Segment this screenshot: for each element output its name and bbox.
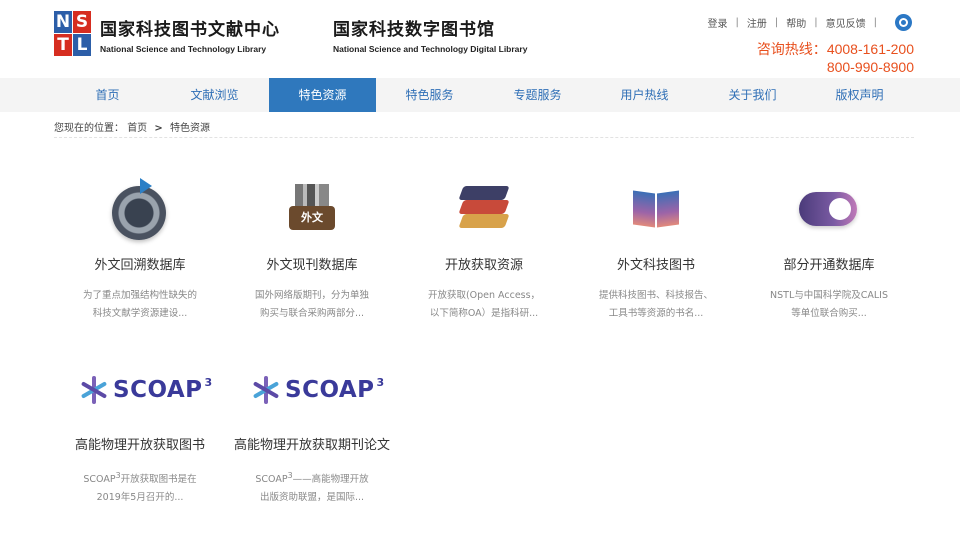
hotline-number-2: 800-990-8900 — [826, 59, 914, 75]
main-nav: 首页 文献浏览 特色资源 特色服务 专题服务 用户热线 关于我们 版权声明 — [0, 78, 960, 112]
nav-item-featured-services[interactable]: 特色服务 — [376, 78, 483, 112]
scoap-logo-word: SCOAP — [285, 377, 375, 403]
card-description-line: 科技文献学资源建设... — [92, 308, 188, 319]
breadcrumb-current: 特色资源 — [169, 123, 210, 134]
desc-text: ——高能物理开放 — [292, 474, 369, 486]
toggle-pill-icon — [744, 180, 914, 240]
card-description: 提供科技图书、科技报告、 工具书等资源的书名... — [571, 287, 741, 323]
site-title-digital-library-cn: 国家科技数字图书馆 — [333, 20, 495, 40]
desc-scoap: SCOAP — [83, 474, 116, 486]
register-link[interactable]: 注册 — [747, 15, 767, 30]
card-description: 国外网络版期刊，分为单独 购买与联合采购两部分... — [227, 287, 397, 323]
card-description: NSTL与中国科学院及CALIS 等单位联合购买... — [744, 287, 914, 323]
resource-card-foreign-sci-books[interactable]: 外文科技图书 提供科技图书、科技报告、 工具书等资源的书名... — [571, 180, 741, 323]
card-description-line: 出版资助联盟，是国际... — [259, 492, 365, 504]
nav-item-user-hotline[interactable]: 用户热线 — [591, 78, 698, 112]
separator: | — [814, 17, 818, 28]
breadcrumb-home-link[interactable]: 首页 — [127, 123, 147, 134]
stacked-layers-icon — [399, 180, 569, 240]
scoap3-logo: SCOAP 3 — [55, 360, 225, 420]
card-description-line: 国外网络版期刊，分为单独 — [254, 290, 369, 301]
card-description-line: 以下简称OA）是指科研... — [429, 308, 539, 319]
desc-scoap: SCOAP — [255, 474, 288, 486]
header: N S T L 国家科技图书文献中心 National Science and … — [0, 0, 960, 78]
resource-card-foreign-journal-db[interactable]: 外文 外文现刊数据库 国外网络版期刊，分为单独 购买与联合采购两部分... — [227, 180, 397, 323]
card-description: SCOAP3——高能物理开放 出版资助联盟，是国际... — [227, 467, 397, 507]
card-description-line: 等单位联合购买... — [791, 308, 867, 319]
site-title-nstl[interactable]: 国家科技图书文献中心 National Science and Technolo… — [100, 15, 280, 54]
card-description-line: SCOAP3——高能物理开放 — [227, 467, 397, 489]
scoap-star-icon — [251, 375, 281, 405]
feedback-link[interactable]: 意见反馈 — [826, 15, 866, 30]
logo-letter-l: L — [73, 34, 91, 56]
open-book-icon — [571, 180, 741, 240]
card-title[interactable]: 外文回溯数据库 — [55, 254, 225, 273]
card-title[interactable]: 开放获取资源 — [399, 254, 569, 273]
card-description: 开放获取(Open Access， 以下简称OA）是指科研... — [399, 287, 569, 323]
nav-item-about-us[interactable]: 关于我们 — [699, 78, 806, 112]
nav-item-home[interactable]: 首页 — [54, 78, 161, 112]
card-description-line: 工具书等资源的书名... — [608, 308, 704, 319]
customer-support-icon[interactable] — [895, 14, 912, 31]
separator: | — [735, 17, 739, 28]
scoap-logo-word: SCOAP — [113, 377, 203, 403]
breadcrumb-divider — [54, 137, 914, 138]
nstl-logo[interactable]: N S T L — [54, 11, 92, 57]
scoap3-logo: SCOAP 3 — [227, 360, 397, 420]
resource-card-partial-db[interactable]: 部分开通数据库 NSTL与中国科学院及CALIS 等单位联合购买... — [744, 180, 914, 323]
card-title[interactable]: 外文现刊数据库 — [227, 254, 397, 273]
logo-letter-n: N — [54, 11, 72, 33]
card-description-line: NSTL与中国科学院及CALIS — [770, 290, 888, 301]
card-title[interactable]: 外文科技图书 — [571, 254, 741, 273]
breadcrumb-arrow: > — [154, 123, 163, 134]
nav-item-featured-resources[interactable]: 特色资源 — [269, 78, 376, 112]
hotline: 咨询热线：4008-161-200 800-990-8900 — [757, 40, 914, 76]
hotline-label: 咨询热线： — [756, 41, 827, 57]
site-title-nstl-en: National Science and Technology Library — [100, 44, 267, 54]
resource-card-hep-oa-articles[interactable]: SCOAP 3 高能物理开放获取期刊论文 SCOAP3——高能物理开放 出版资助联… — [227, 360, 397, 507]
refresh-dial-icon — [55, 178, 225, 240]
login-link[interactable]: 登录 — [708, 15, 728, 30]
scoap-logo-sup: 3 — [376, 376, 385, 389]
resource-card-open-access[interactable]: 开放获取资源 开放获取(Open Access， 以下简称OA）是指科研... — [399, 180, 569, 323]
card-title[interactable]: 高能物理开放获取期刊论文 — [227, 434, 397, 453]
card-title[interactable]: 部分开通数据库 — [744, 254, 914, 273]
site-title-digital-library-en: National Science and Technology Digital … — [333, 44, 528, 54]
site-title-nstl-cn: 国家科技图书文献中心 — [100, 20, 280, 40]
foreign-books-icon: 外文 — [227, 180, 397, 240]
nav-item-browse[interactable]: 文献浏览 — [161, 78, 268, 112]
card-description-line: 为了重点加强结构性缺失的 — [82, 290, 197, 301]
card-description-line: 2019年5月召开的... — [96, 492, 184, 504]
breadcrumb: 您现在的位置： 首页 > 特色资源 — [54, 119, 210, 134]
card-description: 为了重点加强结构性缺失的 科技文献学资源建设... — [55, 287, 225, 323]
nav-item-copyright[interactable]: 版权声明 — [806, 78, 913, 112]
breadcrumb-prefix: 您现在的位置： — [54, 123, 124, 134]
card-description-line: 提供科技图书、科技报告、 — [598, 290, 713, 301]
foreign-books-icon-label: 外文 — [289, 206, 335, 230]
logo-letter-s: S — [73, 11, 91, 33]
help-link[interactable]: 帮助 — [786, 15, 806, 30]
card-description-line: 开放获取(Open Access， — [427, 290, 541, 301]
separator: | — [774, 17, 779, 28]
logo-letter-t: T — [54, 34, 72, 56]
scoap-star-icon — [79, 375, 109, 405]
separator: | — [873, 17, 877, 28]
resource-card-hep-oa-books[interactable]: SCOAP 3 高能物理开放获取图书 SCOAP3开放获取图书是在 2019年5月… — [55, 360, 225, 507]
site-title-digital-library[interactable]: 国家科技数字图书馆 National Science and Technolog… — [333, 15, 527, 54]
card-description: SCOAP3开放获取图书是在 2019年5月召开的... — [55, 467, 225, 507]
resource-card-foreign-retro-db[interactable]: 外文回溯数据库 为了重点加强结构性缺失的 科技文献学资源建设... — [55, 178, 225, 323]
card-title[interactable]: 高能物理开放获取图书 — [55, 434, 225, 453]
hotline-number-1: 4008-161-200 — [826, 41, 914, 57]
top-links: 登录 | 注册 | 帮助 | 意见反馈 | — [708, 14, 912, 31]
card-description-line: SCOAP3开放获取图书是在 — [55, 467, 225, 489]
desc-text: 开放获取图书是在 — [120, 474, 197, 486]
nav-item-topic-services[interactable]: 专题服务 — [484, 78, 591, 112]
scoap-logo-sup: 3 — [204, 376, 213, 389]
card-description-line: 购买与联合采购两部分... — [259, 308, 365, 319]
